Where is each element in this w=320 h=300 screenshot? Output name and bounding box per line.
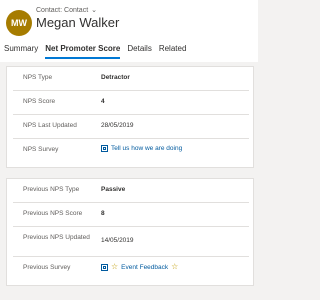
field-label: NPS Survey: [23, 146, 59, 153]
nps-type-value[interactable]: Detractor: [101, 74, 130, 81]
field-row-previous-nps-type: Previous NPS Type Passive: [13, 179, 249, 203]
star-icon: ☆: [111, 262, 119, 271]
field-label: Previous Survey: [23, 264, 71, 271]
form-icon: [101, 263, 108, 271]
chevron-down-icon[interactable]: ⌄: [91, 6, 97, 14]
tab-bar: Summary Net Promoter Score Details Relat…: [4, 44, 186, 59]
field-label: NPS Type: [23, 74, 53, 81]
nps-survey-link-text[interactable]: Tell us how we are doing: [111, 145, 182, 152]
field-label: NPS Last Updated: [23, 122, 77, 129]
nps-survey-link[interactable]: Tell us how we are doing: [101, 145, 182, 152]
field-row-previous-nps-score: Previous NPS Score 8: [13, 203, 249, 227]
field-label: Previous NPS Type: [23, 186, 80, 193]
field-label: NPS Score: [23, 98, 56, 105]
previous-survey-link-text[interactable]: Event Feedback: [121, 264, 168, 271]
tab-net-promoter-score[interactable]: Net Promoter Score: [45, 44, 121, 59]
avatar: MW: [6, 10, 32, 36]
field-row-nps-survey: NPS Survey Tell us how we are doing: [13, 139, 249, 162]
nps-last-updated-value[interactable]: 28/05/2019: [101, 122, 134, 129]
field-row-nps-last-updated: NPS Last Updated 28/05/2019: [13, 115, 249, 139]
nps-score-value[interactable]: 4: [101, 98, 105, 105]
entity-selector[interactable]: Contact: Contact ⌄: [36, 6, 97, 15]
previous-nps-section: Previous NPS Type Passive Previous NPS S…: [6, 178, 254, 286]
entity-label: Contact: Contact: [36, 6, 89, 14]
field-label: Previous NPS Updated: [23, 234, 90, 241]
previous-nps-type-value[interactable]: Passive: [101, 186, 125, 193]
previous-nps-score-value[interactable]: 8: [101, 210, 105, 217]
record-name: Megan Walker: [36, 15, 120, 30]
nps-section: NPS Type Detractor NPS Score 4 NPS Last …: [6, 66, 254, 168]
field-label: Previous NPS Score: [23, 210, 83, 217]
field-row-previous-nps-updated: Previous NPS Updated 14/05/2019: [13, 227, 249, 257]
tab-details[interactable]: Details: [127, 44, 151, 59]
previous-nps-updated-value[interactable]: 14/05/2019: [101, 237, 134, 244]
form-icon: [101, 145, 108, 152]
field-row-nps-score: NPS Score 4: [13, 91, 249, 115]
tab-summary[interactable]: Summary: [4, 44, 38, 59]
record-header: MW Contact: Contact ⌄ Megan Walker Summa…: [0, 0, 258, 62]
star-icon: ☆: [171, 262, 179, 271]
tab-related[interactable]: Related: [159, 44, 187, 59]
field-row-previous-survey: Previous Survey ☆ Event Feedback ☆: [13, 257, 249, 280]
previous-survey-link[interactable]: ☆ Event Feedback ☆: [101, 263, 178, 271]
field-row-nps-type: NPS Type Detractor: [13, 67, 249, 91]
